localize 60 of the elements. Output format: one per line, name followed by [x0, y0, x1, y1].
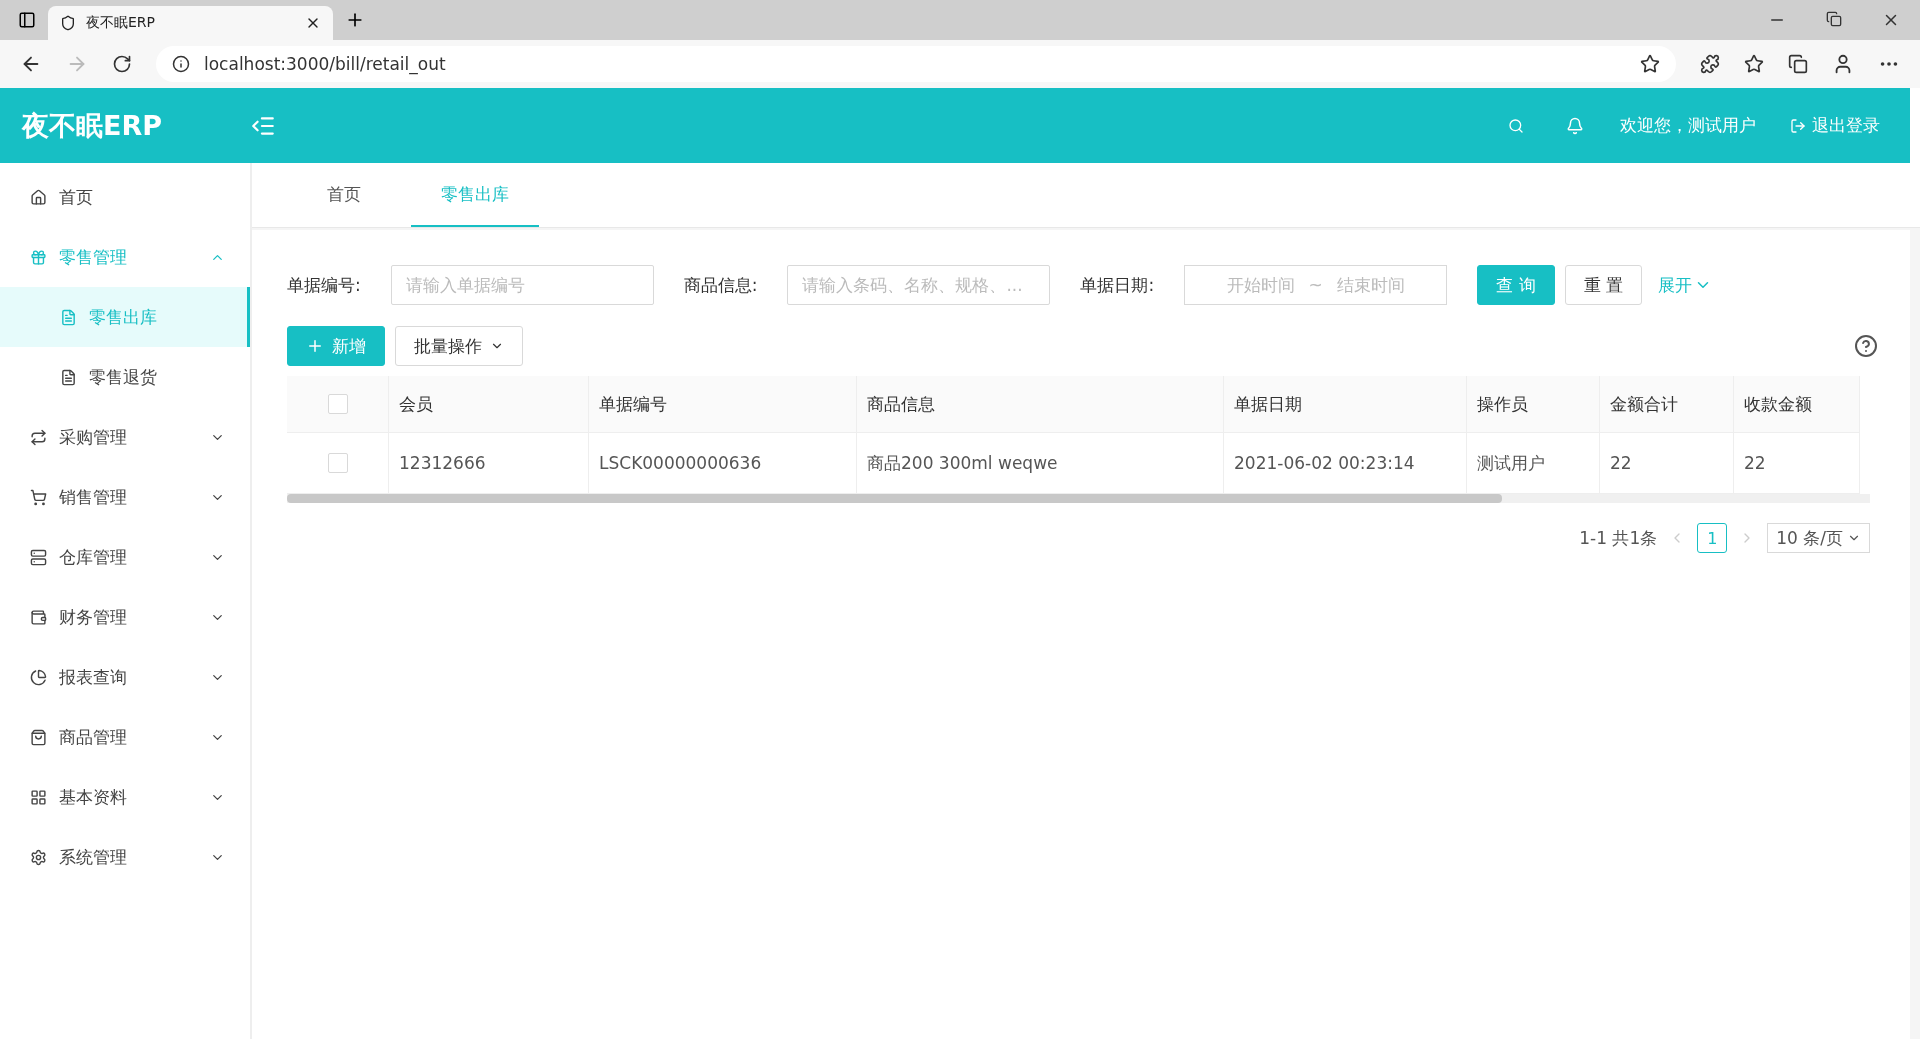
sidebar-item[interactable]: 仓库管理	[0, 527, 250, 587]
column-header: 单据日期	[1224, 376, 1467, 433]
document-icon	[60, 368, 77, 386]
sidebar-icon[interactable]	[18, 11, 36, 29]
column-header: 单据编号	[589, 376, 857, 433]
bag-icon	[30, 728, 47, 746]
site-icon	[60, 15, 76, 31]
address-field[interactable]: localhost:3000/bill/retail_out	[156, 46, 1676, 82]
pagination-summary: 1-1 共1条	[1579, 526, 1658, 550]
sidebar-item[interactable]: 报表查询	[0, 647, 250, 707]
plus-icon	[306, 337, 324, 355]
browser-tab[interactable]: 夜不眠ERP	[48, 6, 333, 40]
home-icon	[30, 188, 47, 206]
sidebar-item[interactable]: 销售管理	[0, 467, 250, 527]
checkbox[interactable]	[327, 394, 348, 414]
page-size-select[interactable]: 10 条/页	[1767, 523, 1870, 553]
help-icon[interactable]	[1854, 334, 1878, 358]
welcome-text: 欢迎您，测试用户	[1620, 114, 1756, 137]
filter-label: 商品信息:	[683, 273, 758, 297]
logo: 夜不眠ERP	[20, 108, 164, 143]
column-header: 金额合计	[1600, 376, 1734, 433]
logout-icon	[1790, 117, 1806, 134]
wallet-icon	[30, 608, 47, 626]
document-icon	[60, 308, 77, 326]
reset-button[interactable]: 重 置	[1564, 265, 1642, 305]
checkbox[interactable]	[327, 453, 348, 473]
column-header: 操作员	[1467, 376, 1600, 433]
info-icon	[172, 55, 190, 73]
sidebar-item[interactable]: 商品管理	[0, 707, 250, 767]
scrollbar-thumb[interactable]	[287, 494, 1502, 503]
filter-label: 单据日期:	[1080, 273, 1155, 297]
collections-icon[interactable]	[1788, 54, 1808, 74]
restore-icon[interactable]	[1826, 11, 1842, 27]
settings-icon	[30, 848, 47, 866]
cabinet-icon	[30, 548, 47, 566]
sidebar-item[interactable]: 基本资料	[0, 767, 250, 827]
filter-field[interactable]: 请输入条码、名称、规格、...	[787, 265, 1051, 305]
favorite-icon[interactable]	[1640, 54, 1660, 74]
gift-icon	[30, 248, 47, 266]
sidebar-item[interactable]: 系统管理	[0, 827, 250, 887]
filter-field[interactable]: 请输入单据编号	[390, 265, 654, 305]
column-header: 商品信息	[857, 376, 1224, 433]
column-header: 收款金额	[1734, 376, 1860, 433]
batch-button[interactable]: 批量操作	[395, 326, 523, 366]
page-tab[interactable]: 首页	[297, 163, 391, 227]
pie-chart-icon	[30, 668, 47, 686]
sidebar-item[interactable]: 采购管理	[0, 407, 250, 467]
tab-title: 夜不眠ERP	[86, 14, 156, 32]
sidebar-item[interactable]: 财务管理	[0, 587, 250, 647]
extensions-icon[interactable]	[1700, 54, 1720, 74]
repeat-icon	[30, 428, 47, 446]
url-text: localhost:3000/bill/retail_out	[204, 54, 447, 74]
cart-icon	[30, 488, 47, 506]
favorites-icon[interactable]	[1744, 54, 1764, 74]
grid-icon	[30, 788, 47, 806]
sidebar-subitem[interactable]: 零售退货	[0, 347, 250, 407]
filter-label: 单据编号:	[287, 273, 361, 297]
column-header: 会员	[389, 376, 589, 433]
sidebar-item[interactable]: 首页	[0, 167, 250, 227]
reload-icon[interactable]	[112, 54, 132, 74]
